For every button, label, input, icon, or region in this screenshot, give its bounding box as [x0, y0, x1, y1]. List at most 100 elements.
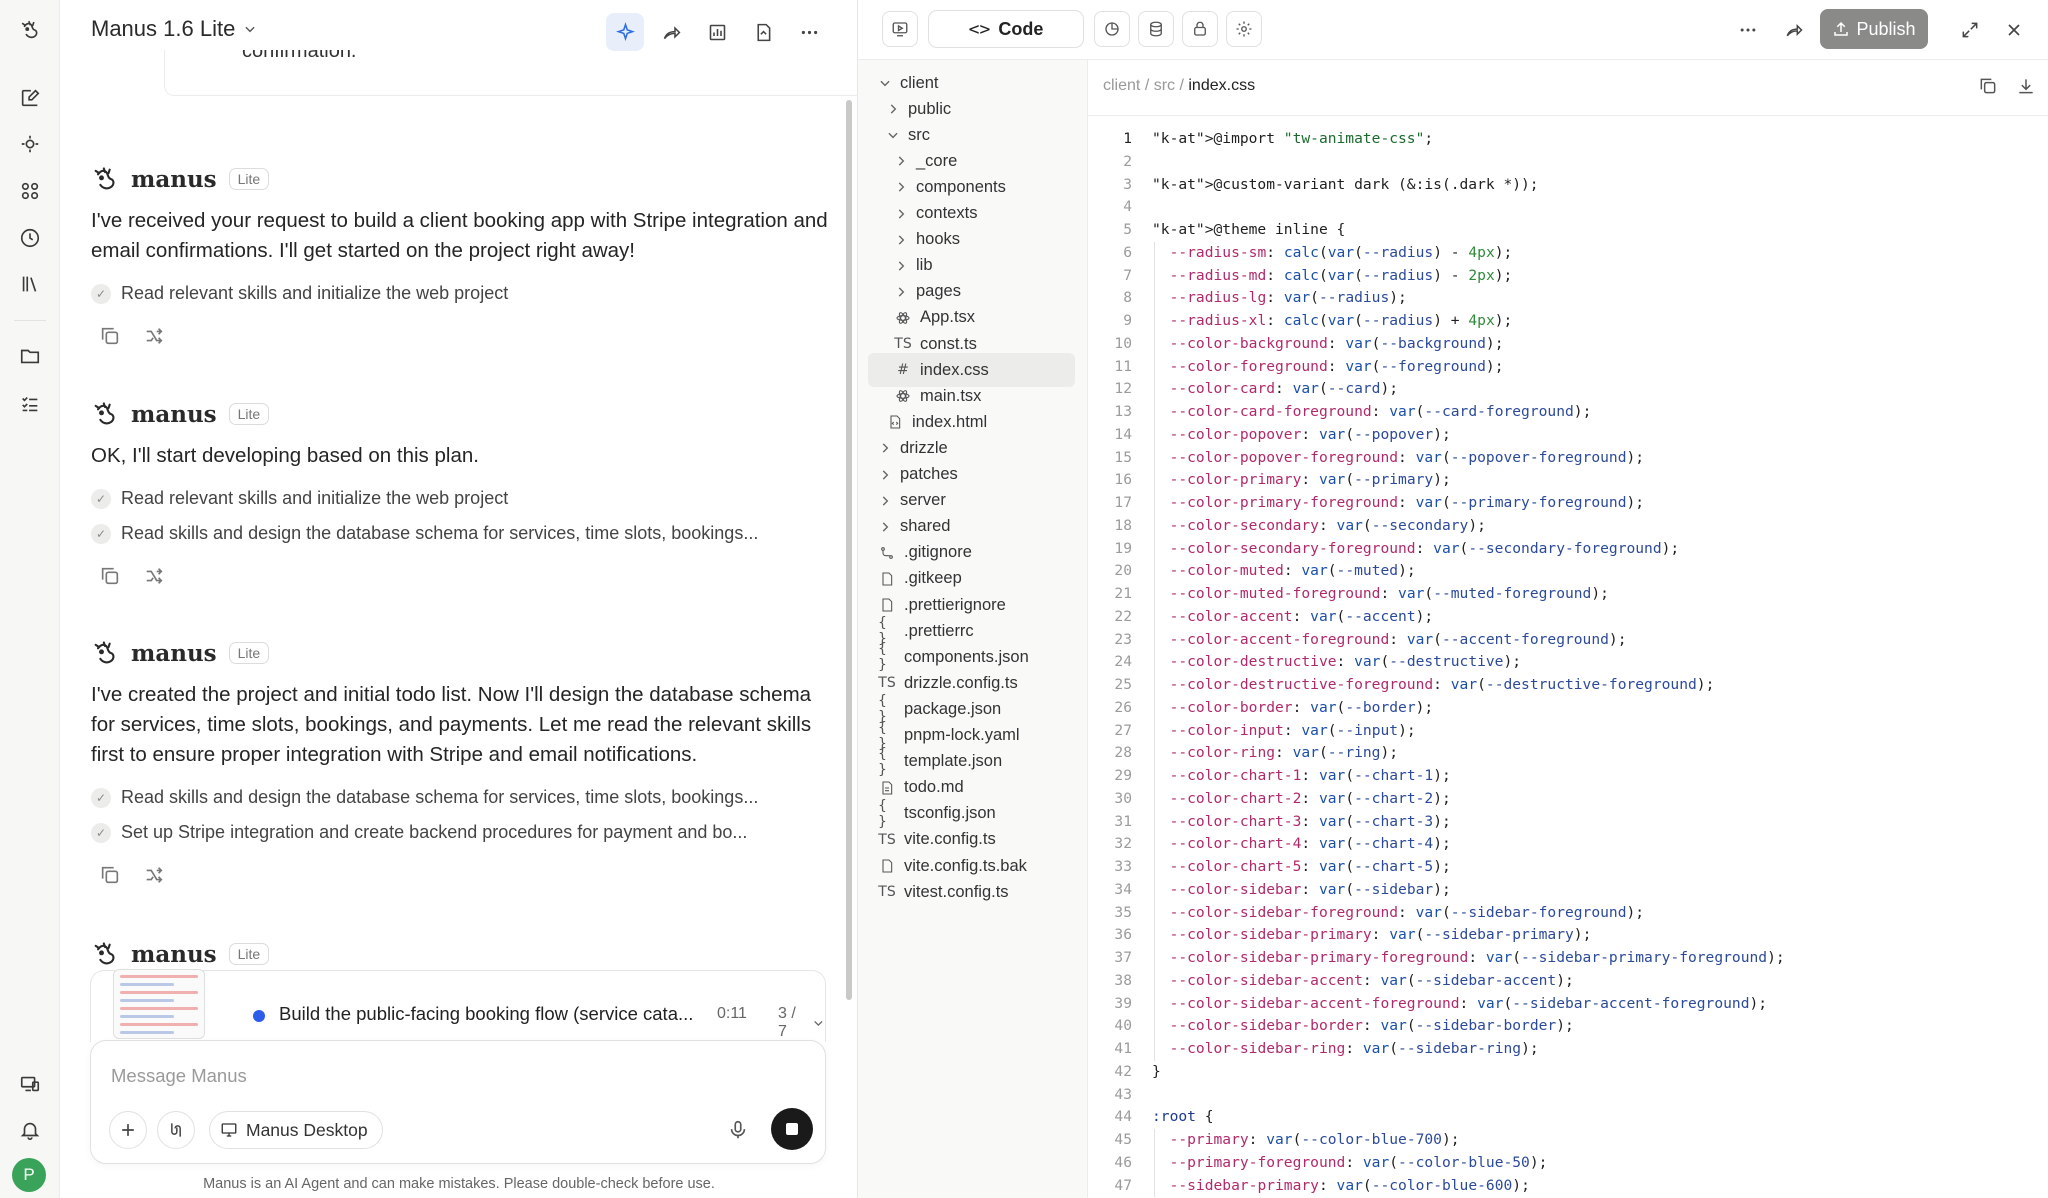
manus-logo-icon [94, 167, 115, 190]
breadcrumb-item[interactable]: src [1154, 77, 1175, 94]
code-text: --radius-md: calc(var(--radius) - 2px); [1169, 266, 1513, 284]
monitor-icon [221, 1123, 237, 1137]
line-number: 9 [1123, 312, 1132, 329]
analytics-button[interactable] [1094, 11, 1130, 47]
code-text: --color-card: var(--card); [1169, 380, 1399, 398]
file-tree-label: _core [916, 151, 958, 170]
step-item[interactable]: ✓ Read skills and design the database sc… [91, 516, 831, 551]
model-selector[interactable]: Manus 1.6 Lite [91, 16, 257, 42]
share-icon[interactable] [652, 13, 690, 51]
file-tree-label: lib [916, 256, 933, 275]
branch-icon[interactable] [143, 565, 165, 587]
code-text: :root { [1152, 1108, 1214, 1126]
code-text: --color-secondary: var(--secondary); [1169, 516, 1486, 534]
line-number: 39 [1114, 994, 1132, 1012]
code-view[interactable]: 1 "k-at">@import "tw-animate-css"; 2 3 "k-at… [1088, 128, 2048, 1198]
code-line: 45 --primary: var(--color-blue-700); [1088, 1129, 2048, 1152]
connectors-icon [171, 1123, 181, 1137]
copy-icon[interactable] [99, 565, 121, 587]
code-text: "k-at">@custom-variant dark (&:is(.dark … [1152, 175, 1539, 193]
sparkle-icon[interactable] [606, 13, 644, 51]
preview-thumbnail[interactable] [113, 969, 205, 1039]
code-line: 35 --color-sidebar-foreground: var(--sid… [1088, 902, 2048, 925]
line-number: 41 [1114, 1040, 1132, 1057]
apps-grid-icon[interactable] [14, 175, 46, 207]
device-chip[interactable]: Manus Desktop [209, 1111, 383, 1149]
branch-icon[interactable] [143, 325, 165, 347]
chart-icon[interactable] [698, 13, 736, 51]
task-progress-bar[interactable]: Build the public-facing booking flow (se… [90, 969, 826, 1042]
step-item[interactable]: ✓ Read relevant skills and initialize th… [91, 276, 831, 311]
database-button[interactable] [1138, 11, 1174, 47]
step-list: ✓ Read relevant skills and initialize th… [91, 481, 831, 551]
manus-logo-icon [94, 402, 115, 425]
code-text: --color-accent: var(--accent); [1169, 607, 1434, 625]
connectors-button[interactable] [157, 1111, 195, 1149]
line-number: 26 [1114, 698, 1132, 716]
agents-icon[interactable] [14, 128, 46, 160]
chevron-down-icon [245, 26, 255, 33]
history-icon[interactable] [14, 222, 46, 254]
step-item[interactable]: ✓ Read skills and design the database sc… [91, 780, 831, 815]
file-tree-label: drizzle [900, 438, 948, 457]
breadcrumb-item[interactable]: client [1103, 77, 1140, 94]
close-icon[interactable] [1998, 14, 2030, 46]
code-line: 11 --color-foreground: var(--foreground)… [1088, 356, 2048, 379]
message-input[interactable]: Message Manus [111, 1065, 247, 1087]
tab-code[interactable]: <> Code [928, 10, 1084, 48]
code-line: 13 --color-card-foreground: var(--card-f… [1088, 401, 2048, 424]
code-text: --color-secondary-foreground: var(--seco… [1169, 539, 1680, 557]
file-icon [878, 597, 896, 613]
file-sync-icon[interactable] [744, 13, 782, 51]
upload-icon [1834, 21, 1849, 36]
secrets-button[interactable] [1182, 11, 1218, 47]
user-avatar[interactable]: P [12, 1158, 46, 1192]
branch-icon[interactable] [143, 864, 165, 886]
file-tree-label: client [900, 73, 939, 92]
publish-button[interactable]: Publish [1820, 9, 1928, 49]
line-number: 42 [1114, 1062, 1132, 1080]
more-horizontal-icon[interactable] [790, 13, 828, 51]
stop-button[interactable] [771, 1108, 813, 1150]
file-tree-label: .prettierignore [904, 595, 1006, 614]
more-horizontal-icon[interactable] [1732, 14, 1764, 46]
copy-icon[interactable] [99, 325, 121, 347]
folder-icon[interactable] [14, 340, 46, 372]
new-task-icon[interactable] [14, 82, 46, 114]
line-number: 47 [1114, 1176, 1132, 1194]
share-icon[interactable] [1778, 14, 1810, 46]
step-item[interactable]: ✓ Set up Stripe integration and create b… [91, 815, 831, 850]
code-line: 42} [1088, 1061, 2048, 1084]
assistant-message: manus Lite OK, I'll start developing bas… [91, 397, 831, 587]
editor-actions [1978, 76, 2036, 96]
file-tree-label: src [908, 125, 930, 144]
library-icon[interactable] [14, 268, 46, 300]
chat-scrollbar[interactable] [846, 100, 852, 1000]
step-list: ✓ Read relevant skills and initialize th… [91, 276, 831, 311]
chat-panel: Manus 1.6 Lite confirmation. manus Lite … [60, 0, 888, 1198]
download-icon[interactable] [2016, 76, 2036, 96]
step-item[interactable]: ✓ Read relevant skills and initialize th… [91, 481, 831, 516]
add-attachment-button[interactable] [109, 1111, 147, 1149]
notifications-bell-icon[interactable] [14, 1114, 46, 1146]
file-tree-label: package.json [904, 699, 1002, 718]
tasks-list-icon[interactable] [14, 388, 46, 420]
code-text: --color-chart-5: var(--chart-5); [1169, 858, 1451, 875]
manus-logo-icon[interactable] [14, 14, 46, 46]
copy-icon[interactable] [1978, 76, 1998, 96]
line-number: 27 [1114, 721, 1132, 739]
file-tree-label: .gitkeep [904, 569, 962, 588]
preview-button[interactable] [882, 11, 918, 47]
expand-icon[interactable] [1954, 14, 1986, 46]
file-tree-item[interactable]: TS vitest.config.ts [878, 875, 1008, 909]
settings-button[interactable] [1226, 11, 1262, 47]
message-actions [91, 864, 831, 886]
code-line: 30 --color-chart-2: var(--chart-2); [1088, 788, 2048, 811]
database-icon [1150, 21, 1162, 37]
microphone-icon[interactable] [727, 1119, 749, 1141]
code-text: --color-border: var(--border); [1169, 698, 1434, 716]
copy-icon[interactable] [99, 864, 121, 886]
task-step-counter[interactable]: 3 / 7 [778, 1005, 825, 1041]
devices-icon[interactable] [14, 1068, 46, 1100]
message-text: I've created the project and initial tod… [91, 683, 812, 766]
